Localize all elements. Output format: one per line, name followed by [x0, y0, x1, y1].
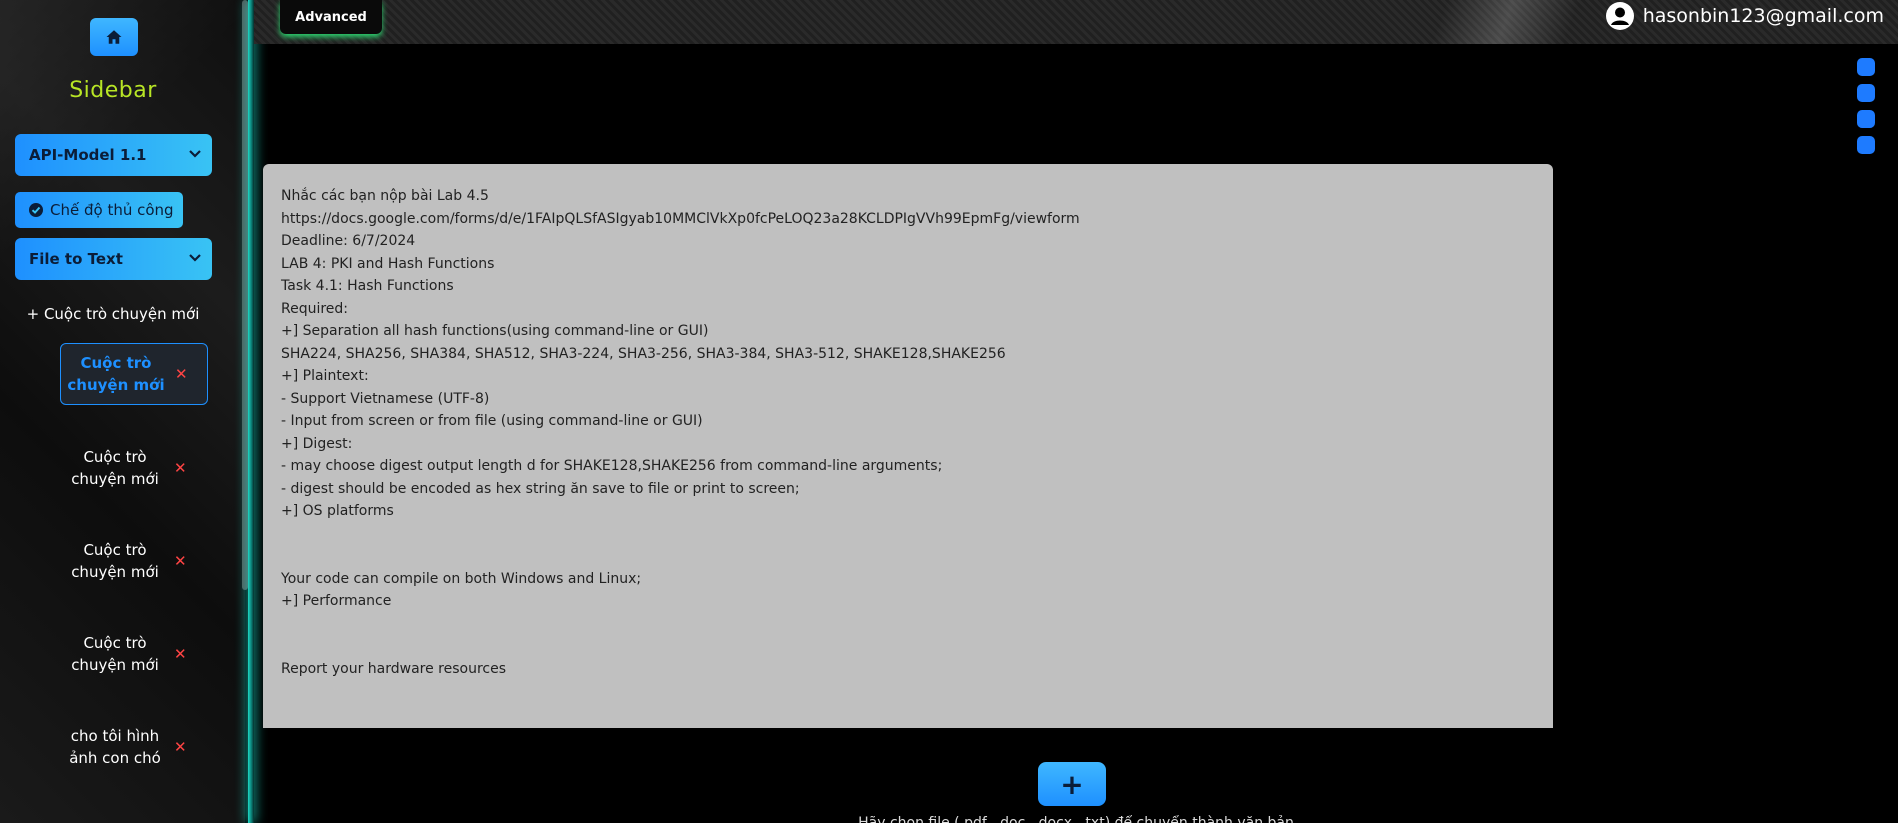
text-line: Deadline: 6/7/2024 [281, 233, 416, 249]
text-line: - Input from screen or from file (using … [281, 413, 703, 429]
indicator-dot[interactable] [1857, 84, 1875, 102]
advanced-tab[interactable]: Advanced [280, 0, 382, 34]
text-line: Required: [281, 300, 349, 317]
text-line [281, 613, 1535, 636]
user-avatar-icon [1605, 2, 1634, 30]
sidebar-glow-divider [248, 0, 254, 823]
chat-item-label: Cuộc trò chuyện mới [71, 634, 159, 674]
text-line: +] Plaintext: [281, 368, 369, 384]
chat-item[interactable]: Cuộc trò chuyện mới ✕ [60, 632, 208, 676]
chevron-down-icon [189, 150, 201, 158]
model-select[interactable]: API-Model 1.1 [15, 134, 212, 176]
check-circle-icon [29, 203, 43, 217]
text-line: Report your hardware resources [281, 660, 507, 677]
manual-mode-button[interactable]: Chế độ thủ công [15, 192, 183, 228]
indicator-dot[interactable] [1857, 136, 1875, 154]
model-select-value: API-Model 1.1 [29, 146, 147, 164]
delete-icon[interactable]: ✕ [174, 643, 187, 665]
chat-item-label: Cuộc trò chuyện mới [67, 354, 165, 394]
text-line: +] Separation all hash functions(using c… [281, 323, 709, 339]
chat-item-label: Cuộc trò chuyện mới [71, 541, 159, 581]
delete-icon[interactable]: ✕ [175, 363, 188, 385]
text-line [281, 635, 1535, 658]
sidebar: Sidebar API-Model 1.1 Chế độ thủ công Fi… [0, 0, 245, 823]
chat-item[interactable]: Cuộc trò chuyện mới ✕ [60, 539, 208, 583]
home-icon [106, 30, 122, 44]
chat-item-label: Cuộc trò chuyện mới [71, 448, 159, 488]
chat-item[interactable]: Cuộc trò chuyện mới ✕ [60, 446, 208, 490]
chevron-down-icon [189, 254, 201, 262]
indicator-dot[interactable] [1857, 58, 1875, 76]
chat-item[interactable]: cho tôi hình ảnh con chó ✕ [60, 725, 208, 769]
manual-mode-label: Chế độ thủ công [50, 201, 174, 219]
text-line: +] OS platforms [281, 503, 394, 519]
text-line: https://docs.google.com/forms/d/e/1FAIpQ… [281, 210, 1080, 227]
upload-hint: Hãy chọn file (.pdf, .doc, .docx, .txt) … [858, 815, 1294, 823]
mode-select[interactable]: File to Text [15, 238, 212, 280]
text-line [281, 545, 1535, 568]
chat-item-label: cho tôi hình ảnh con chó [69, 727, 161, 767]
mode-select-value: File to Text [29, 250, 123, 268]
text-line: SHA224, SHA256, SHA384, SHA512, SHA3-224… [281, 345, 1006, 362]
delete-icon[interactable]: ✕ [174, 457, 187, 479]
add-file-button[interactable]: + [1038, 762, 1106, 806]
text-line: LAB 4: PKI and Hash Functions [281, 255, 495, 272]
text-line [281, 523, 1535, 546]
text-line: - Support Vietnamese (UTF-8) [281, 390, 490, 407]
text-line: Your code can compile on both Windows an… [281, 570, 642, 587]
user-account[interactable]: hasonbin123@gmail.com [1605, 2, 1884, 30]
chat-item[interactable]: Cuộc trò chuyện mới ✕ [60, 343, 208, 405]
side-indicators [1857, 58, 1875, 162]
new-chat-button[interactable]: + Cuộc trò chuyện mới [0, 305, 226, 323]
text-line: Task 4.1: Hash Functions [281, 278, 454, 294]
delete-icon[interactable]: ✕ [174, 736, 187, 758]
text-line: +] Performance [281, 593, 392, 609]
text-line: - digest should be encoded as hex string… [281, 480, 800, 497]
user-email: hasonbin123@gmail.com [1642, 5, 1884, 27]
delete-icon[interactable]: ✕ [174, 550, 187, 572]
text-line: Nhắc các bạn nộp bài Lab 4.5 [281, 188, 489, 204]
text-line: +] Digest: [281, 435, 353, 452]
sidebar-title: Sidebar [69, 78, 157, 103]
text-line: - may choose digest output length d for … [281, 458, 943, 474]
extracted-text-box[interactable]: Nhắc các bạn nộp bài Lab 4.5 https://doc… [263, 164, 1553, 728]
home-button[interactable] [90, 18, 138, 56]
indicator-dot[interactable] [1857, 110, 1875, 128]
